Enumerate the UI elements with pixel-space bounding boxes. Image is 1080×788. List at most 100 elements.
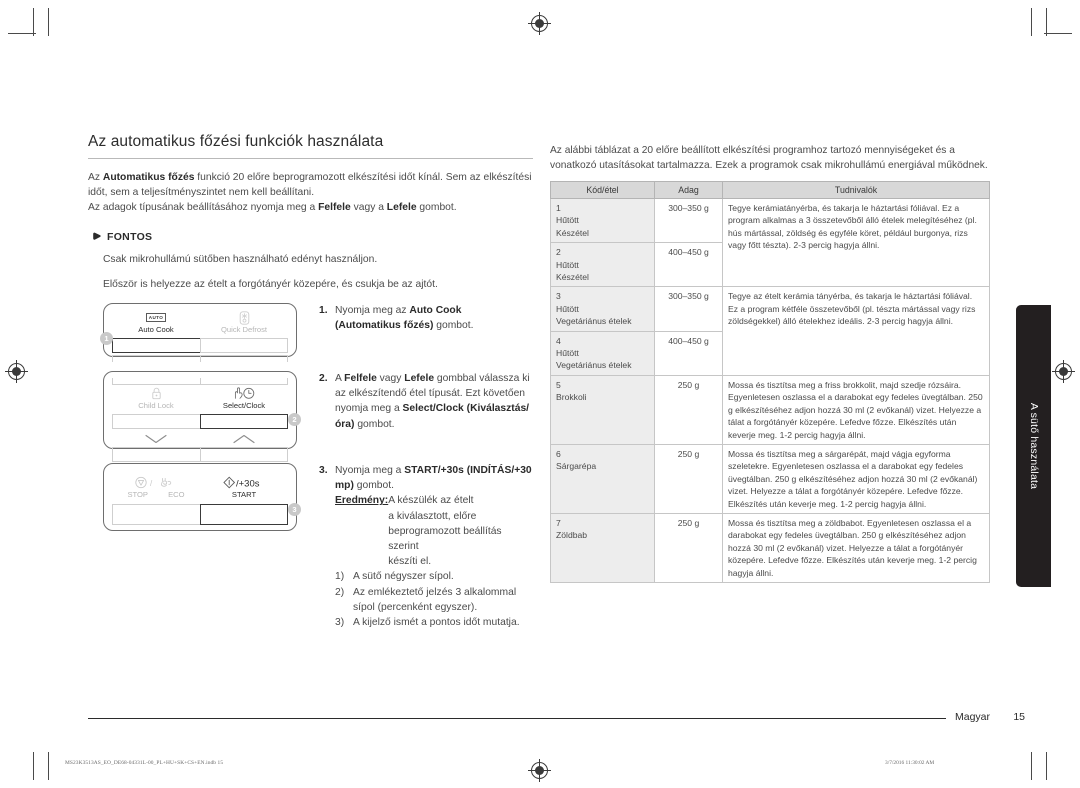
right-column: Az alábbi táblázat a 20 előre beállított… — [550, 143, 990, 583]
result-sub-item-3: 3) A kijelző ismét a pontos időt mutatja… — [335, 615, 533, 630]
cell-code: 3 Hűtött Vegetáriánus ételek — [550, 286, 655, 332]
table-row: 1 Hűtött Készétel 300–350 g Tegye kerámi… — [550, 197, 990, 288]
code-line: Sárgarépa — [556, 461, 597, 472]
print-job-code: MS23K3513AS_EO_DE68-04331L-00_PL+HU+SK+C… — [65, 760, 224, 766]
panel3-key-stop-eco[interactable]: / STOP ECO — [112, 475, 200, 500]
step-marker-1: 1 — [100, 332, 113, 346]
code-line: Készétel — [556, 227, 589, 238]
control-panel-start: / STOP ECO /+30s START 3 — [103, 463, 301, 532]
result-sub-num-3: 3) — [335, 617, 345, 629]
pointing-hand-icon — [88, 231, 101, 243]
code-line: Hűtött — [556, 348, 579, 359]
step-row-1: AUTO Auto Cook Quick Defrost 1 1. Nyomja… — [100, 303, 533, 363]
panel2-button-select-clock[interactable] — [199, 414, 288, 430]
panel2-label-child-lock: Child Lock — [138, 401, 174, 411]
steps-section: AUTO Auto Cook Quick Defrost 1 1. Nyomja… — [100, 303, 533, 630]
panel1-button-quick-defrost[interactable] — [199, 338, 288, 354]
panel3-button-stop-eco[interactable] — [112, 504, 201, 526]
code-line: Brokkoli — [556, 392, 587, 403]
cell-amount: 300–350 g — [654, 197, 723, 244]
panel3-label-stop: STOP — [127, 490, 148, 500]
panel1-label-quick-defrost: Quick Defrost — [221, 325, 267, 335]
result-body: A készülék az ételt a kiválasztott, előre… — [388, 495, 502, 568]
footer-divider — [88, 718, 1080, 720]
intro-paragraph-1: Az Automatikus főzés funkció 20 előre be… — [88, 172, 532, 199]
crop-mark-tl-h — [8, 33, 36, 34]
cell-code: 2 Hűtött Készétel — [550, 242, 655, 288]
crop-mark-bl2-v — [48, 752, 49, 780]
code-line: 6 — [556, 448, 561, 459]
svg-text:/: / — [150, 479, 153, 488]
panel-col-3: / STOP ECO /+30s START 3 — [103, 463, 303, 532]
step-body-3: Nyomja meg a START/+30s (INDÍTÁS/+30 mp)… — [335, 463, 533, 630]
code-line: Vegetáriánus ételek — [556, 316, 632, 327]
control-panel-auto-cook: AUTO Auto Cook Quick Defrost 1 — [100, 303, 297, 363]
step-text-1: 1. Nyomja meg az Auto Cook (Automatikus f… — [303, 303, 533, 333]
term-lefele: Lefele — [386, 202, 417, 214]
panel3-key-start[interactable]: /+30s START — [200, 475, 288, 500]
step-body-1: Nyomja meg az Auto Cook (Automatikus főzé… — [335, 305, 474, 332]
cell-amount: 250 g — [654, 374, 723, 445]
lock-icon — [112, 386, 200, 401]
result-label: Eredmény: — [335, 495, 389, 507]
cell-note: Tegye az ételt kerámia tányérba, és taka… — [722, 286, 990, 376]
stop-eco-icon: / — [112, 475, 200, 490]
crop-mark-tl2-v — [48, 8, 49, 36]
panel1-label-auto-cook: Auto Cook — [138, 325, 174, 335]
panel1-key-quick-defrost[interactable]: Quick Defrost — [200, 310, 288, 335]
cell-code: 1 Hűtött Készétel — [550, 197, 655, 244]
step-line-3: 3. Nyomja meg a START/+30s (INDÍTÁS/+30 … — [319, 463, 533, 630]
important-heading: FONTOS — [88, 231, 533, 243]
code-line: Készétel — [556, 272, 589, 283]
table-header-amount: Adag — [654, 181, 723, 199]
crop-mark-tr-v — [1046, 8, 1047, 36]
crop-mark-tl-v — [33, 8, 34, 36]
panel2-key-child-lock[interactable]: Child Lock — [112, 386, 200, 411]
cell-code: 4 Hűtött Vegetáriánus ételek — [550, 330, 655, 376]
panel2-button-down[interactable] — [112, 447, 201, 463]
panel1-next-row-hint — [112, 355, 288, 363]
chevron-down-icon[interactable] — [112, 433, 200, 445]
panel2-button-child-lock[interactable] — [112, 414, 201, 430]
crop-mark-bl-v — [33, 752, 34, 780]
code-line: 4 — [556, 335, 561, 346]
panel2-button-up[interactable] — [199, 447, 288, 463]
result-sub-num-1: 1) — [335, 571, 345, 583]
page-title: Az automatikus főzési funkciók használat… — [88, 133, 384, 150]
intro-paragraph-2: Az adagok típusának beállításához nyomja… — [88, 202, 457, 214]
important-label: FONTOS — [107, 230, 153, 243]
registration-mark-left — [5, 360, 28, 383]
crop-mark-tr-h — [1044, 33, 1072, 34]
section-side-tab: A sütő használata — [1016, 305, 1051, 587]
crop-mark-br-v — [1046, 752, 1047, 780]
code-line: 5 — [556, 379, 561, 390]
cell-code: 7 Zöldbab — [550, 512, 655, 583]
panel3-button-start[interactable] — [199, 504, 288, 526]
panel2-prev-row-hint — [112, 378, 288, 386]
panel2-labels: Child Lock Select/Clock — [112, 386, 288, 411]
panel2-key-select-clock[interactable]: Select/Clock — [200, 386, 288, 411]
step-line-1: 1. Nyomja meg az Auto Cook (Automatikus f… — [319, 303, 533, 333]
registration-mark-bottom — [528, 759, 551, 782]
chevron-up-icon[interactable] — [200, 433, 288, 445]
term-felfele: Felfele — [318, 202, 351, 214]
svg-text:/+30s: /+30s — [236, 478, 260, 489]
table-header-code: Kód/étel — [550, 181, 655, 199]
hand-clock-icon — [200, 386, 288, 401]
panel3-labels: / STOP ECO /+30s START — [112, 475, 288, 500]
step-row-2: Child Lock Select/Clock 2 2. A Felfele v… — [103, 371, 533, 463]
cell-amount: 300–350 g — [654, 286, 723, 332]
footer-page-number: 15 — [1013, 711, 1025, 723]
code-line: Hűtött — [556, 259, 579, 270]
step-body-2: A Felfele vagy Lefele gombbal válassza k… — [335, 373, 530, 430]
panel1-button-auto-cook[interactable] — [112, 338, 201, 354]
result-line: Eredmény: A készülék az ételt a kiválaszt… — [335, 493, 533, 569]
cell-amount: 400–450 g — [654, 242, 723, 288]
panel1-key-auto-cook[interactable]: AUTO Auto Cook — [112, 310, 200, 335]
step-number-2: 2. — [319, 373, 328, 385]
side-tab-label: A sütő használata — [1027, 402, 1040, 490]
table-header-notes: Tudnivalók — [722, 181, 990, 199]
panel1-key-row — [112, 338, 288, 354]
panel2-key-row — [112, 414, 288, 430]
code-line: 1 — [556, 203, 561, 213]
